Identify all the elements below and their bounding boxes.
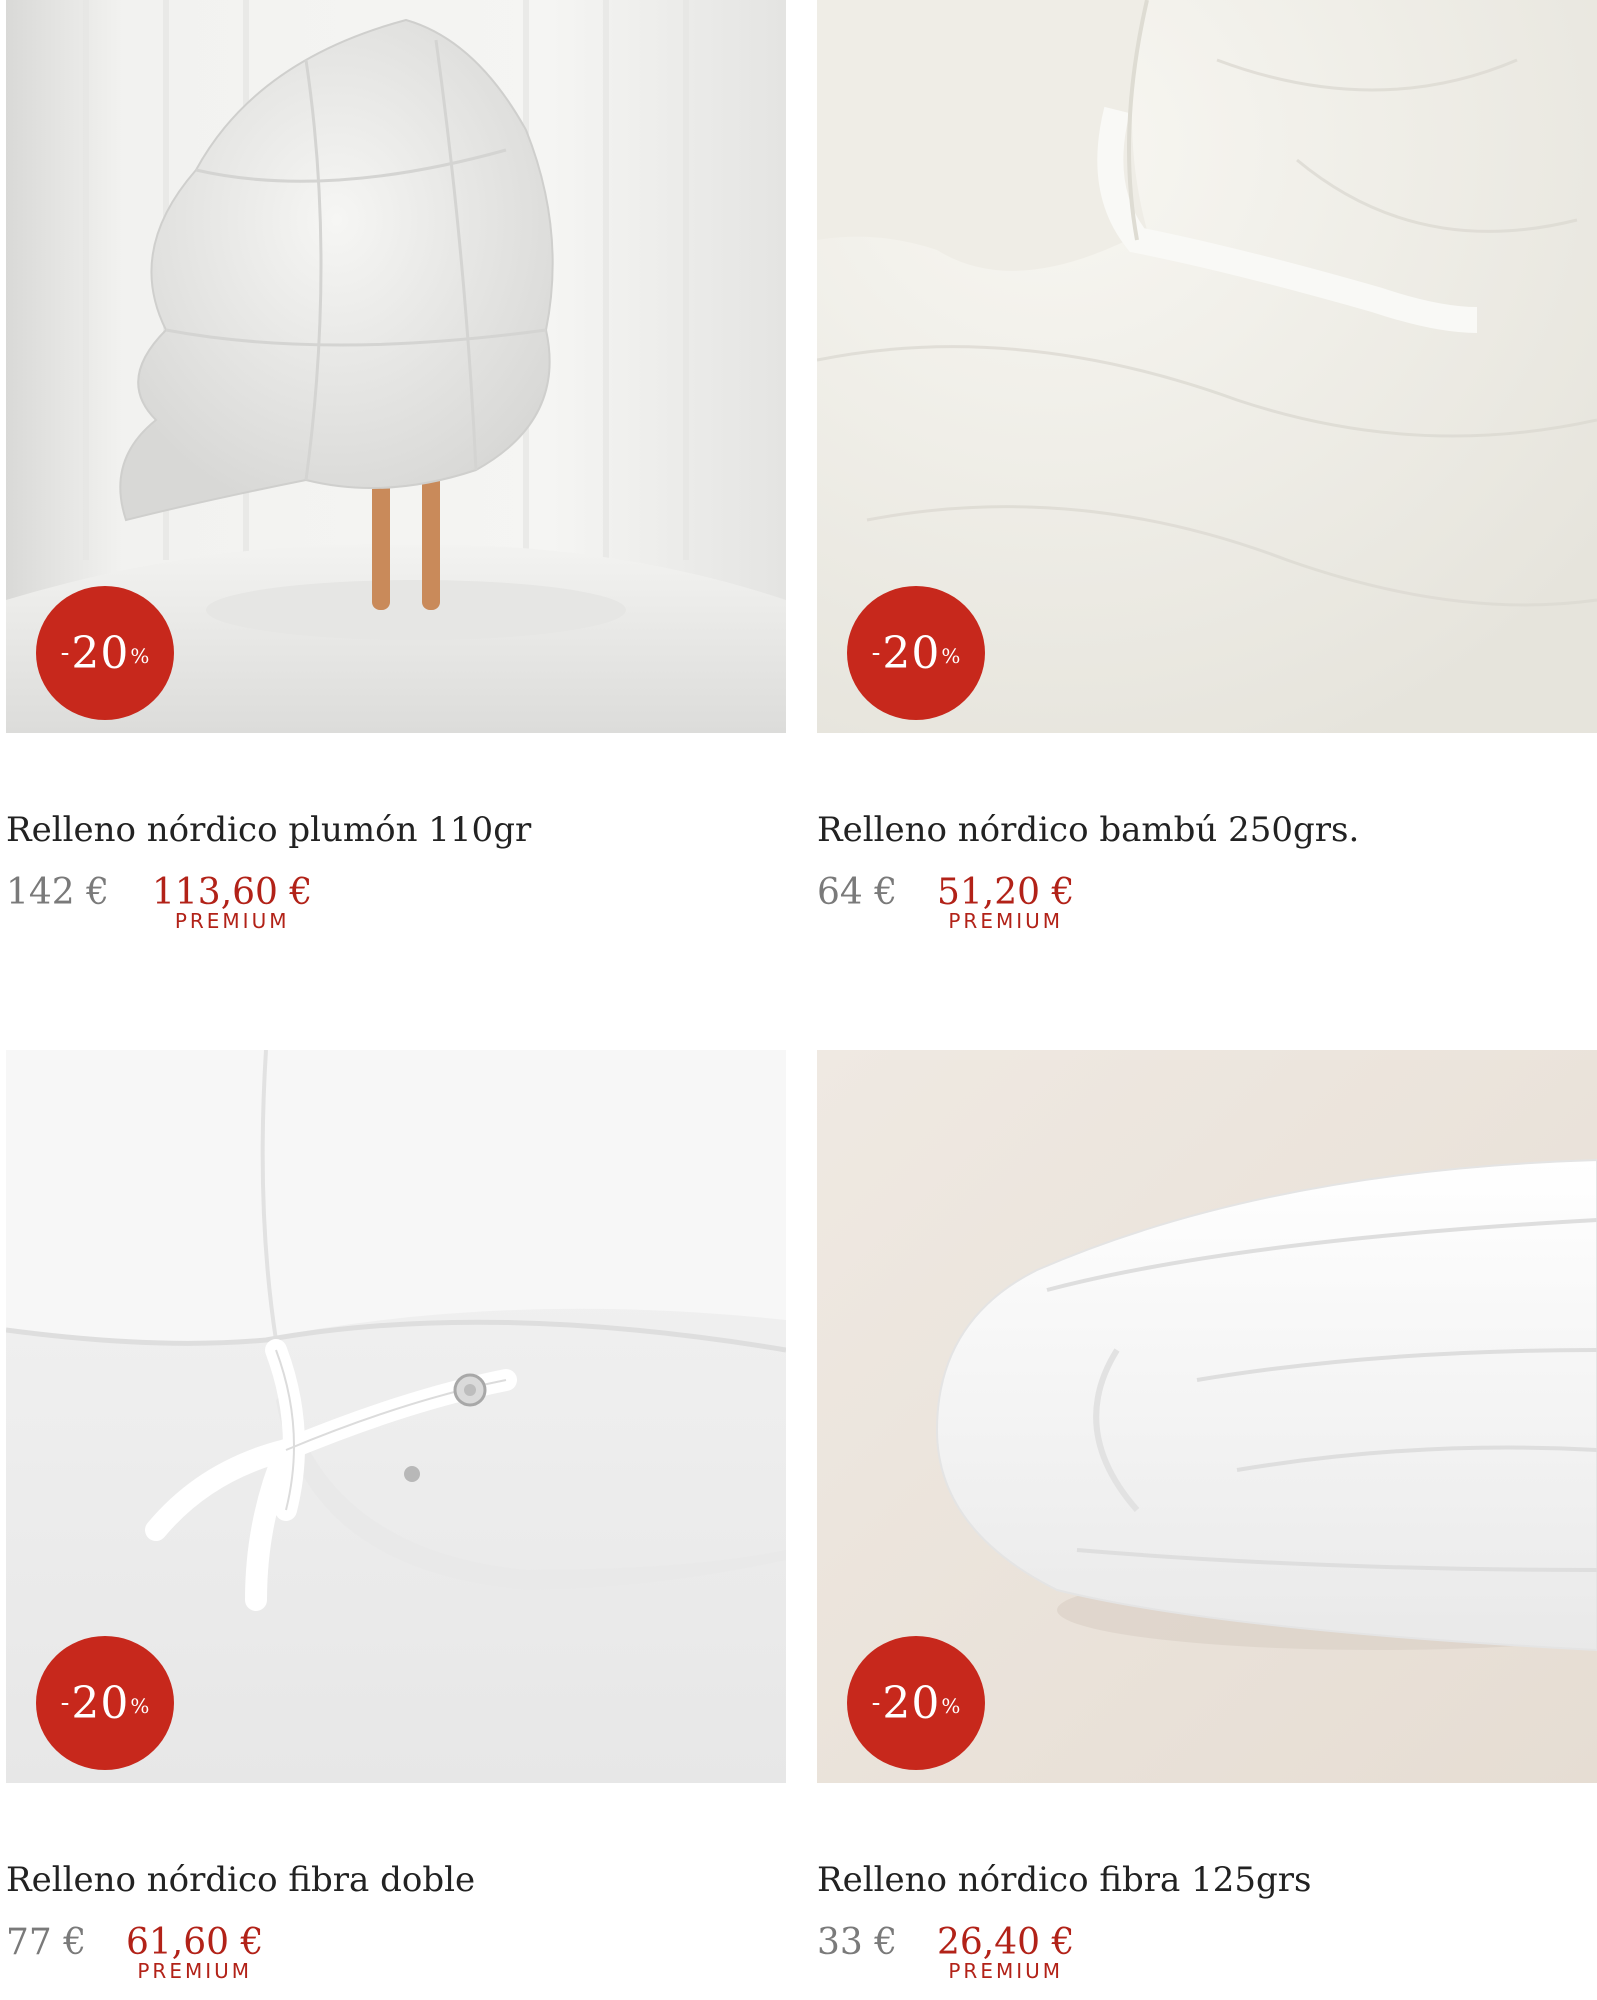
premium-label: PREMIUM: [174, 909, 290, 933]
product-title[interactable]: Relleno nórdico plumón 110gr: [6, 810, 531, 850]
price-block: 33 € 26,40 € PREMIUM: [817, 1922, 1597, 1992]
sale-price-block: 51,20 € PREMIUM: [937, 872, 1074, 933]
sale-price-block: 26,40 € PREMIUM: [937, 1922, 1074, 1983]
discount-minus: -: [871, 638, 881, 668]
discount-minus: -: [871, 1688, 881, 1718]
discount-badge: - 20 %: [36, 586, 174, 720]
discount-minus: -: [60, 638, 70, 668]
discount-minus: -: [60, 1688, 70, 1718]
discount-percent: %: [941, 1694, 961, 1718]
product-title[interactable]: Relleno nórdico fibra 125grs: [817, 1860, 1311, 1900]
premium-label: PREMIUM: [137, 1959, 253, 1983]
discount-badge: - 20 %: [847, 1636, 985, 1770]
product-image[interactable]: - 20 %: [6, 1050, 786, 1783]
product-title[interactable]: Relleno nórdico bambú 250grs.: [817, 810, 1359, 850]
price-block: 77 € 61,60 € PREMIUM: [6, 1922, 786, 1992]
sale-price: 61,60 €: [126, 1922, 264, 1963]
premium-label: PREMIUM: [948, 909, 1064, 933]
discount-percent: %: [941, 644, 961, 668]
original-price: 77 €: [6, 1922, 87, 1963]
sale-price: 26,40 €: [937, 1922, 1075, 1963]
sale-price: 113,60 €: [152, 872, 313, 913]
discount-percent: %: [130, 644, 150, 668]
discount-number: 20: [71, 1677, 130, 1729]
discount-number: 20: [71, 627, 130, 679]
sale-price: 51,20 €: [937, 872, 1075, 913]
sale-price-block: 61,60 € PREMIUM: [126, 1922, 263, 1983]
sale-price-block: 113,60 € PREMIUM: [152, 872, 312, 933]
original-price: 142 €: [6, 872, 110, 913]
product-title[interactable]: Relleno nórdico fibra doble: [6, 1860, 475, 1900]
product-image[interactable]: - 20 %: [817, 0, 1597, 733]
premium-label: PREMIUM: [948, 1959, 1064, 1983]
price-block: 142 € 113,60 € PREMIUM: [6, 872, 786, 942]
original-price: 64 €: [817, 872, 898, 913]
discount-percent: %: [130, 1694, 150, 1718]
discount-number: 20: [882, 1677, 941, 1729]
discount-badge: - 20 %: [847, 586, 985, 720]
price-block: 64 € 51,20 € PREMIUM: [817, 872, 1597, 942]
original-price: 33 €: [817, 1922, 898, 1963]
product-image[interactable]: - 20 %: [6, 0, 786, 733]
product-image[interactable]: - 20 %: [817, 1050, 1597, 1783]
discount-badge: - 20 %: [36, 1636, 174, 1770]
discount-number: 20: [882, 627, 941, 679]
